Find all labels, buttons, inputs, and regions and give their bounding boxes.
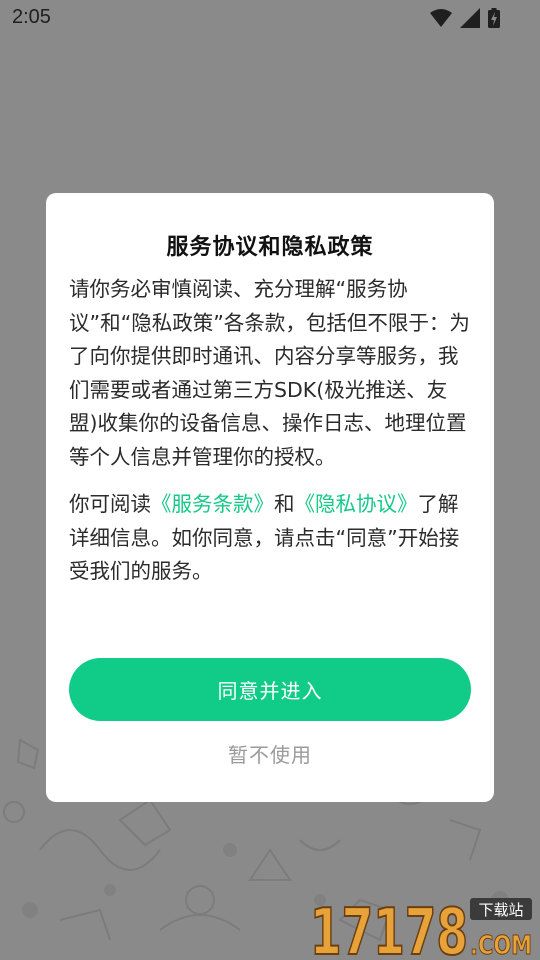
paragraph-2-conjunction: 和	[274, 492, 295, 516]
wifi-icon	[430, 9, 452, 27]
site-watermark-logo: 17178 下载站 .COM	[310, 895, 533, 960]
agree-and-enter-button[interactable]: 同意并进入	[69, 658, 471, 721]
terms-of-service-link[interactable]: 《服务条款》	[151, 492, 274, 516]
decline-button[interactable]: 暂不使用	[46, 739, 494, 768]
dialog-title: 服务协议和隐私政策	[166, 235, 374, 260]
watermark-number: 17178	[310, 896, 468, 960]
paragraph-2-prefix: 你可阅读	[69, 492, 151, 516]
watermark-domain: .COM	[470, 931, 532, 960]
watermark-tag: 下载站	[478, 901, 523, 919]
status-icons	[430, 7, 500, 29]
status-time: 2:05	[12, 6, 51, 28]
privacy-policy-link[interactable]: 《隐私协议》	[295, 492, 418, 516]
privacy-dialog: 服务协议和隐私政策 请你务必审慎阅读、充分理解“服务协议”和“隐私政策”各条款，…	[46, 193, 494, 802]
dialog-body: 请你务必审慎阅读、充分理解“服务协议”和“隐私政策”各条款，包括但不限于：为了向…	[69, 273, 473, 589]
dialog-paragraph-2: 你可阅读《服务条款》和《隐私协议》了解详细信息。如你同意，请点击“同意”开始接受…	[69, 488, 473, 589]
dialog-paragraph-1: 请你务必审慎阅读、充分理解“服务协议”和“隐私政策”各条款，包括但不限于：为了向…	[69, 277, 470, 469]
cell-signal-icon	[460, 8, 480, 28]
status-bar: 2:05	[0, 0, 540, 36]
battery-charging-icon	[488, 8, 500, 28]
